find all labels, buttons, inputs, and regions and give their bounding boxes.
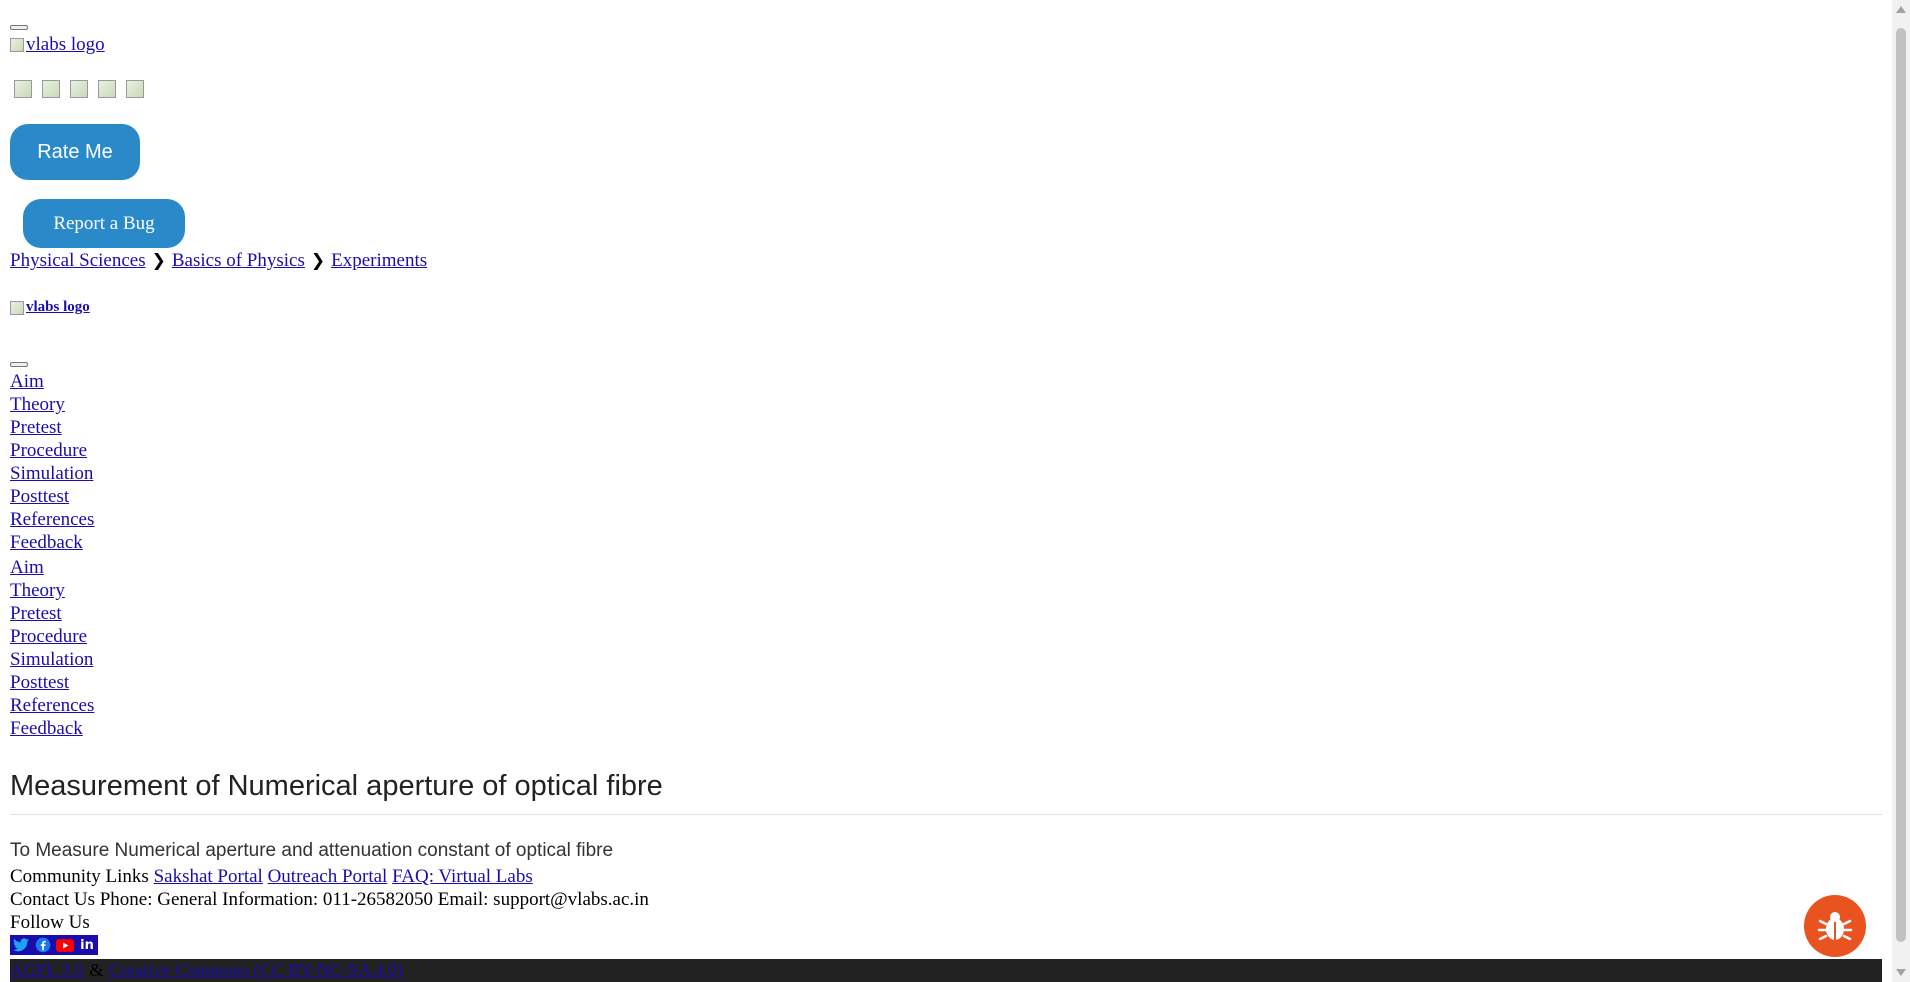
linkedin-icon[interactable]: in [77,936,97,954]
scroll-thumb[interactable] [1896,28,1906,942]
logo-alt-text: vlabs logo [26,34,105,55]
breadcrumb-experiments[interactable]: Experiments [331,250,427,272]
sidebar-item-simulation[interactable]: Simulation [10,462,94,485]
title-divider [10,814,1882,815]
sidebar-item-procedure[interactable]: Procedure [10,439,94,462]
mobile-item-theory[interactable]: Theory [10,579,94,602]
menu-toggle-button[interactable] [10,25,28,30]
mobile-item-procedure[interactable]: Procedure [10,625,94,648]
sidebar-item-aim[interactable]: Aim [10,370,94,393]
vertical-scrollbar[interactable] [1892,0,1910,982]
mobile-item-simulation[interactable]: Simulation [10,648,94,671]
breadcrumb-basics-of-physics[interactable]: Basics of Physics [172,250,305,272]
image-placeholder-icon[interactable] [70,80,88,98]
youtube-icon[interactable] [55,936,75,954]
faq-link[interactable]: FAQ: Virtual Labs [392,866,533,887]
rate-me-button[interactable]: Rate Me [10,124,140,180]
breadcrumb: Physical Sciences ❯ Basics of Physics ❯ … [10,250,427,272]
image-placeholder-icon [10,38,24,52]
mobile-item-references[interactable]: References [10,694,94,717]
image-placeholder-icon[interactable] [14,80,32,98]
sidebar-item-posttest[interactable]: Posttest [10,485,94,508]
creative-commons-link[interactable]: Creative Commons (CC BY-NC-SA 4.0) [109,960,403,981]
follow-us-label: Follow Us [10,912,90,933]
sidebar-nav: Aim Theory Pretest Procedure Simulation … [10,370,94,554]
sidebar-item-theory[interactable]: Theory [10,393,94,416]
mobile-item-feedback[interactable]: Feedback [10,717,94,740]
ampersand: & [89,960,104,980]
report-bug-fab[interactable] [1804,895,1866,957]
agpl-link[interactable]: AGPL 3.0 [10,960,83,981]
chevron-right-icon: ❯ [151,251,166,271]
sidebar-item-pretest[interactable]: Pretest [10,416,94,439]
chevron-right-icon: ❯ [310,251,326,271]
sidebar-item-references[interactable]: References [10,508,94,531]
vlabs-logo-link[interactable]: vlabs logo [10,34,105,56]
mobile-nav: Aim Theory Pretest Procedure Simulation … [10,556,94,740]
license-bar: AGPL 3.0 & Creative Commons (CC BY-NC-SA… [10,959,1882,982]
community-label: Community Links [10,866,149,887]
twitter-icon[interactable] [11,936,31,954]
image-placeholder-icon[interactable] [98,80,116,98]
aim-text: To Measure Numerical aperture and attenu… [10,840,614,861]
social-image-row [14,80,144,98]
image-placeholder-icon[interactable] [126,80,144,98]
logo-alt-text: vlabs logo [26,299,90,315]
bug-icon [1817,912,1853,941]
scroll-down-icon[interactable] [1896,969,1906,976]
breadcrumb-physical-sciences[interactable]: Physical Sciences [10,250,146,272]
mobile-item-aim[interactable]: Aim [10,556,94,579]
image-placeholder-icon[interactable] [42,80,60,98]
outreach-portal-link[interactable]: Outreach Portal [268,866,388,887]
sakshat-portal-link[interactable]: Sakshat Portal [154,866,263,887]
contact-info: Contact Us Phone: General Information: 0… [10,889,649,910]
sidebar-toggle-button[interactable] [10,362,28,367]
sidebar-item-feedback[interactable]: Feedback [10,531,94,554]
social-icons: in [10,935,98,955]
image-placeholder-icon [10,300,24,315]
page-title: Measurement of Numerical aperture of opt… [10,770,663,802]
facebook-icon[interactable] [33,936,53,954]
mobile-item-pretest[interactable]: Pretest [10,602,94,625]
report-bug-button[interactable]: Report a Bug [23,199,185,248]
scroll-up-icon[interactable] [1896,6,1906,13]
sidebar-logo-link[interactable]: vlabs logo [10,299,90,316]
community-links: Community Links Sakshat Portal Outreach … [10,866,533,888]
mobile-item-posttest[interactable]: Posttest [10,671,94,694]
